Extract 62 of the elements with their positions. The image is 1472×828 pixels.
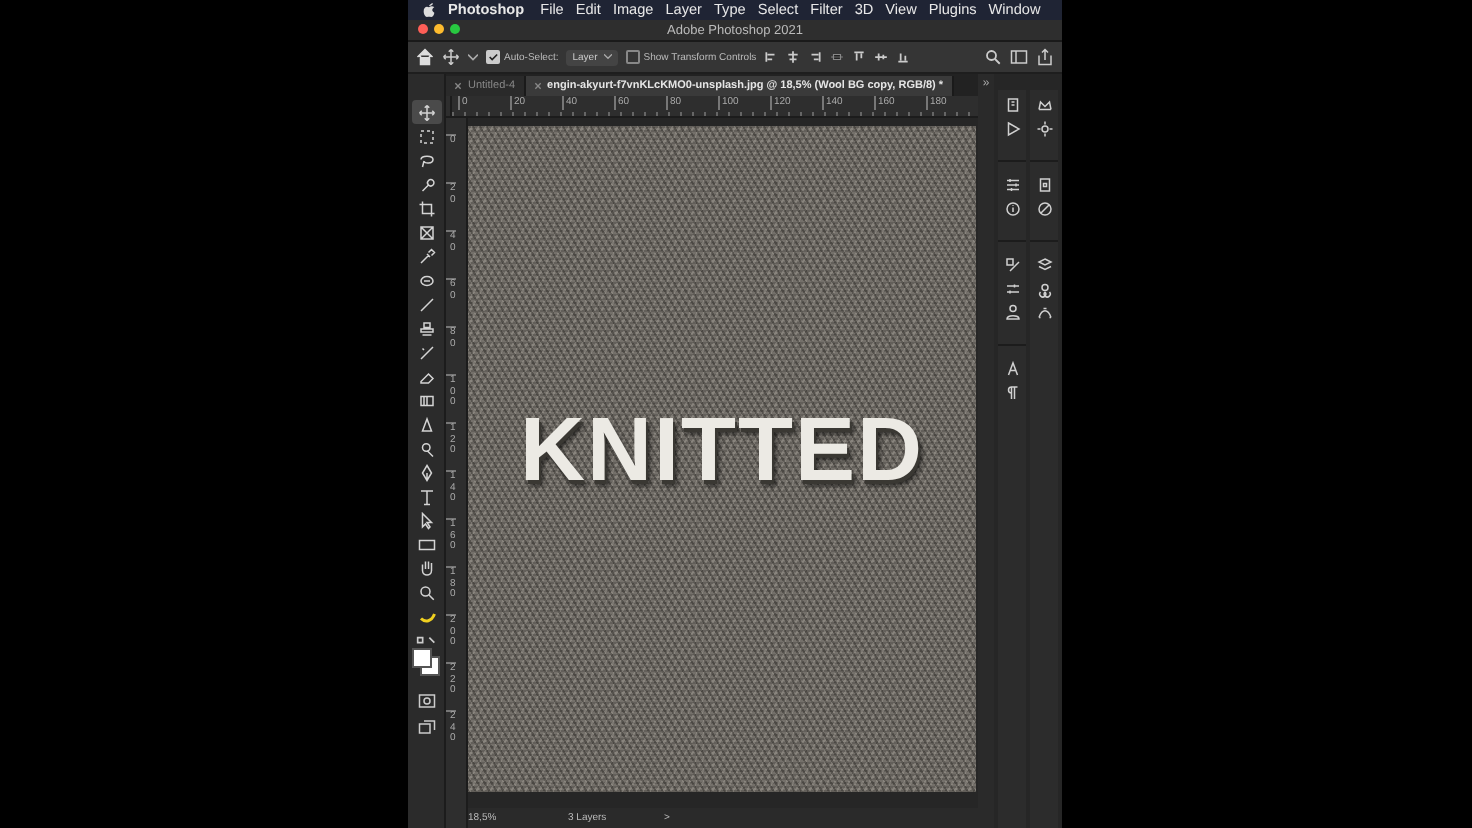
align-bottom-icon[interactable] bbox=[896, 50, 911, 64]
close-button[interactable] bbox=[418, 24, 428, 34]
quick-select-icon bbox=[417, 175, 435, 193]
quick-mask-icon[interactable] bbox=[417, 692, 435, 710]
zoom-button[interactable] bbox=[450, 24, 460, 34]
align-middle-icon[interactable] bbox=[874, 50, 889, 64]
pointer-icon bbox=[417, 511, 435, 529]
frame-icon bbox=[417, 223, 435, 241]
caret-icon[interactable] bbox=[468, 53, 478, 61]
stamp-icon bbox=[417, 319, 435, 337]
align-left-icon[interactable] bbox=[764, 50, 779, 64]
distribute-icon[interactable] bbox=[830, 50, 845, 64]
document-icon[interactable] bbox=[1035, 176, 1053, 194]
workspace-icon[interactable] bbox=[1010, 48, 1028, 66]
channels-icon[interactable] bbox=[1035, 280, 1053, 298]
triangle-icon bbox=[417, 415, 435, 433]
patch-icon bbox=[417, 271, 435, 289]
transform-controls-checkbox[interactable] bbox=[625, 50, 640, 64]
history-brush-icon bbox=[417, 343, 435, 361]
minimize-button[interactable] bbox=[434, 24, 444, 34]
home-icon[interactable] bbox=[416, 48, 434, 66]
gradient-icon bbox=[417, 391, 435, 409]
history-icon[interactable] bbox=[1003, 96, 1021, 114]
crop-icon bbox=[417, 199, 435, 217]
color-swatches[interactable] bbox=[412, 648, 440, 676]
sliders-icon[interactable] bbox=[1003, 176, 1021, 194]
rectangle-icon bbox=[417, 535, 435, 553]
screen-mode-icon[interactable] bbox=[417, 718, 435, 736]
move-icon[interactable] bbox=[442, 48, 460, 66]
close-icon[interactable] bbox=[533, 82, 542, 90]
default-colors-icon[interactable] bbox=[416, 636, 436, 646]
search-icon[interactable] bbox=[984, 48, 1002, 66]
align-top-icon[interactable] bbox=[852, 50, 867, 64]
marquee-icon bbox=[417, 127, 435, 145]
align-right-icon[interactable] bbox=[808, 50, 823, 64]
type-icon bbox=[417, 487, 435, 505]
paths-icon[interactable] bbox=[1035, 304, 1053, 322]
canvas-text: KNITTED bbox=[520, 404, 924, 494]
info-icon[interactable] bbox=[1003, 200, 1021, 218]
apple-logo-icon[interactable] bbox=[422, 2, 436, 18]
pen-icon bbox=[417, 463, 435, 481]
move-icon bbox=[417, 103, 435, 121]
eraser-icon bbox=[417, 367, 435, 385]
brush-icon bbox=[417, 295, 435, 313]
hand-icon bbox=[417, 559, 435, 577]
tool-button[interactable] bbox=[411, 100, 441, 124]
sliders-icon[interactable] bbox=[1003, 280, 1021, 298]
auto-select-checkbox[interactable] bbox=[486, 50, 500, 64]
layers-icon[interactable] bbox=[1035, 256, 1053, 274]
paragraph-icon[interactable] bbox=[1003, 384, 1021, 402]
share-icon[interactable] bbox=[1036, 48, 1054, 66]
lasso-icon bbox=[417, 151, 435, 169]
brush-settings-icon[interactable] bbox=[1003, 256, 1021, 274]
eyedropper-icon bbox=[417, 247, 435, 265]
character-icon[interactable] bbox=[1003, 360, 1021, 378]
play-icon[interactable] bbox=[1003, 120, 1021, 138]
close-icon[interactable] bbox=[454, 82, 462, 90]
dodge-icon bbox=[417, 439, 435, 457]
zoom-icon bbox=[417, 583, 435, 601]
align-center-icon[interactable] bbox=[786, 50, 801, 64]
person-icon[interactable] bbox=[1003, 304, 1021, 322]
caret-icon bbox=[603, 54, 612, 60]
